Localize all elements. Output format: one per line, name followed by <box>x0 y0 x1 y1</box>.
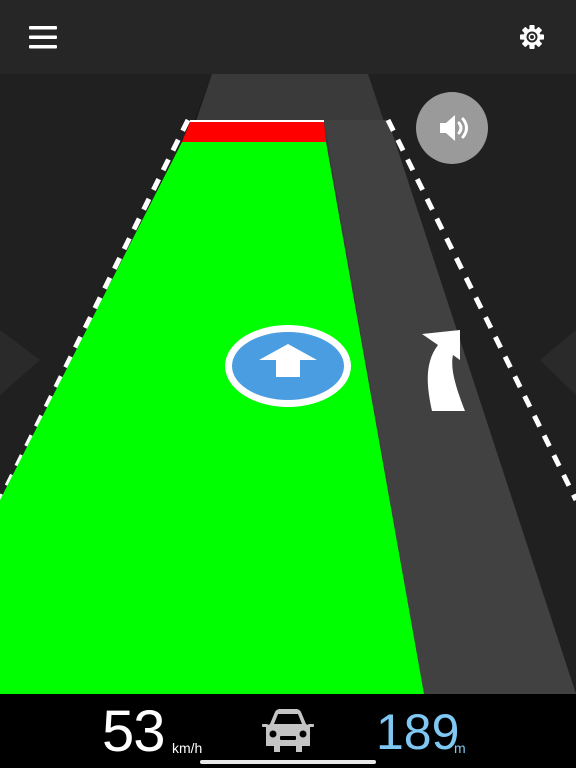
speaker-icon <box>440 115 468 141</box>
hamburger-menu-icon <box>29 26 57 49</box>
sound-toggle-button[interactable] <box>416 92 488 164</box>
top-bar <box>0 0 576 74</box>
settings-button[interactable] <box>510 16 554 60</box>
distance-value: 189 <box>376 704 460 760</box>
gear-icon <box>520 25 544 49</box>
vehicle-button[interactable] <box>256 706 320 756</box>
car-icon <box>262 709 314 752</box>
road-scene <box>0 74 576 694</box>
speed-unit: km/h <box>172 740 203 756</box>
home-indicator[interactable] <box>200 760 376 764</box>
distance-unit: m <box>454 740 466 756</box>
direction-badge <box>225 325 351 407</box>
stop-line <box>182 122 326 142</box>
menu-button[interactable] <box>20 20 66 56</box>
speed-value: 53 <box>102 699 166 764</box>
